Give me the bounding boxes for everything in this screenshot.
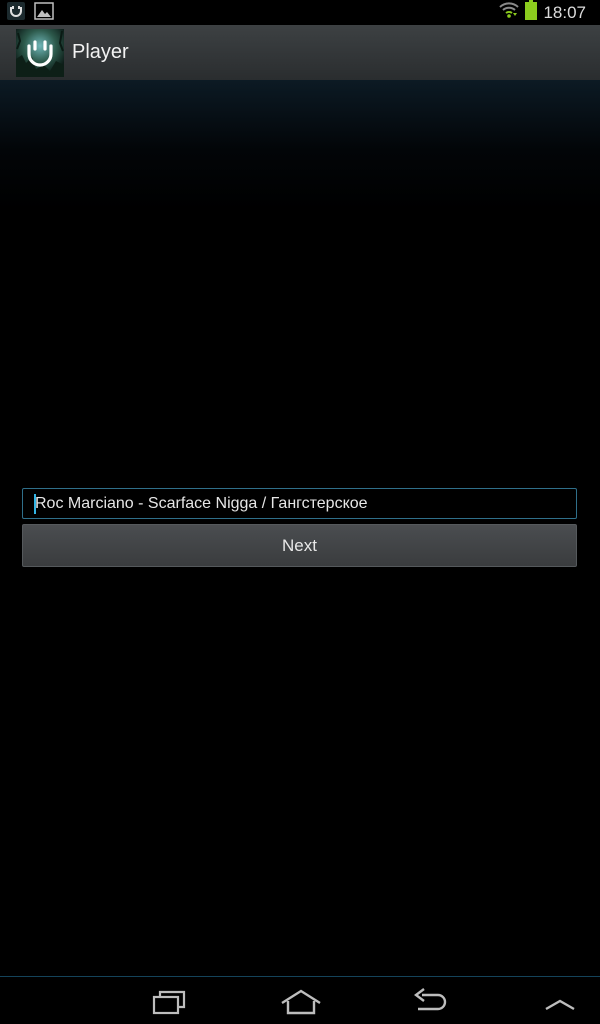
screen: 18:07 Player Roc Marciano - Scarface Nig… <box>0 0 600 1024</box>
wifi-icon <box>499 1 520 24</box>
action-bar: Player <box>0 25 600 81</box>
battery-icon <box>525 0 538 25</box>
app-logo-icon[interactable] <box>16 29 64 77</box>
notification-area <box>6 1 54 26</box>
track-input[interactable]: Roc Marciano - Scarface Nigga / Гангстер… <box>22 488 577 519</box>
menu-up-icon[interactable] <box>542 983 578 1021</box>
recent-apps-icon[interactable] <box>150 983 190 1021</box>
next-button[interactable]: Next <box>22 524 577 567</box>
system-status-area: 18:07 <box>499 0 586 25</box>
app-title: Player <box>72 41 129 63</box>
navigation-bar <box>0 976 600 1024</box>
back-icon[interactable] <box>410 983 450 1021</box>
image-notification-icon <box>34 1 54 26</box>
status-bar: 18:07 <box>0 0 600 25</box>
text-cursor <box>34 494 36 514</box>
app-notification-icon <box>6 1 26 26</box>
status-clock: 18:07 <box>543 2 586 22</box>
home-icon[interactable] <box>278 983 324 1021</box>
track-input-value: Roc Marciano - Scarface Nigga / Гангстер… <box>35 495 368 512</box>
main-content: Roc Marciano - Scarface Nigga / Гангстер… <box>0 80 600 976</box>
